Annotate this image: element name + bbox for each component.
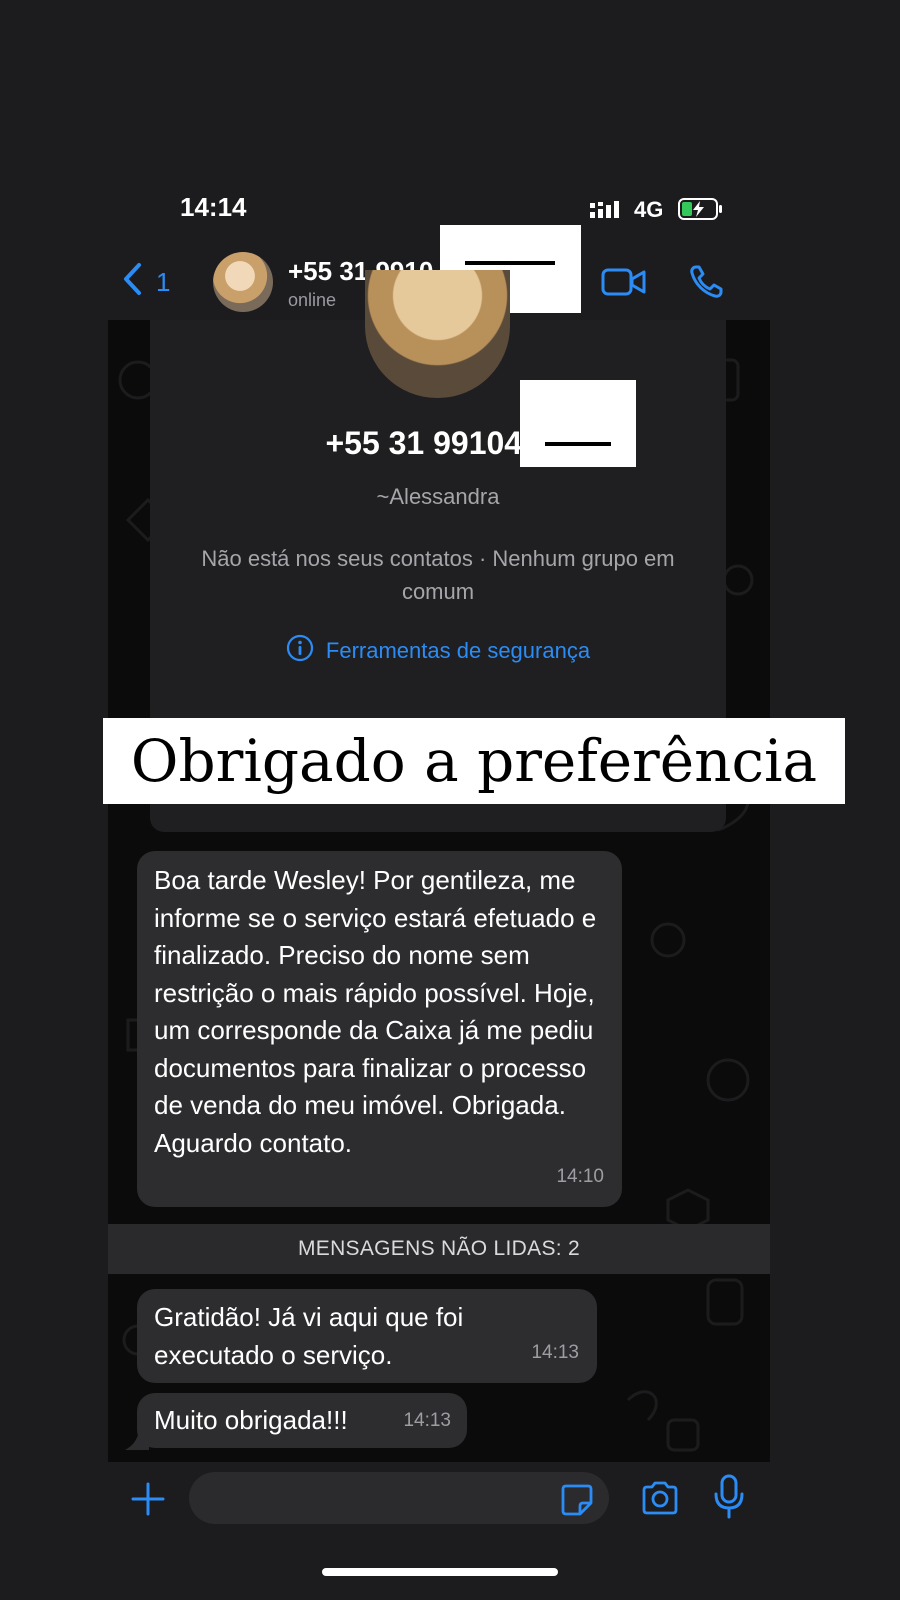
incoming-message[interactable]: Gratidão! Já vi aqui que foi executado o… [137,1289,597,1383]
message-input[interactable] [189,1472,609,1524]
message-time: 14:10 [556,1165,604,1187]
video-camera-icon [601,268,646,296]
security-tools-link[interactable]: Ferramentas de segurança [150,634,726,668]
camera-icon [642,1481,678,1515]
chevron-left-icon [122,262,142,303]
unread-messages-divider: MENSAGENS NÃO LIDAS: 2 [108,1224,770,1274]
message-text: Boa tarde Wesley! Por gentileza, me info… [154,865,597,1158]
back-button[interactable]: 1 [122,262,170,303]
security-tools-label: Ferramentas de segurança [325,638,591,663]
camera-button[interactable] [640,1480,680,1521]
microphone-icon [714,1474,744,1519]
video-call-button[interactable] [601,266,647,303]
card-contact-name: ~Alessandra [376,484,500,509]
message-text: Gratidão! Já vi aqui que foi executado o… [154,1302,464,1370]
caption-text: Obrigado a preferência [130,727,818,795]
info-icon [286,634,314,668]
network-label: 4G [634,197,664,222]
card-contact-phone: +55 31 99104-4 [325,425,551,461]
home-indicator [322,1568,558,1576]
card-contact-info: Não está nos seus contatos · Nenhum grup… [201,546,675,604]
battery-charging-icon [678,197,724,226]
sticker-icon [561,1484,593,1516]
attach-button[interactable] [130,1481,166,1522]
incoming-message[interactable]: Muito obrigada!!! 14:13 [137,1393,467,1448]
message-time: 14:13 [403,1409,451,1431]
message-text: Muito obrigada!!! [154,1405,348,1435]
voice-call-button[interactable] [688,264,724,305]
microphone-button[interactable] [713,1474,745,1525]
contact-avatar[interactable] [213,252,273,312]
message-time: 14:13 [531,1341,579,1363]
contact-status: online [288,290,337,310]
redaction-box [520,380,636,467]
incoming-message[interactable]: Boa tarde Wesley! Por gentileza, me info… [137,851,622,1207]
signal-icon [590,200,626,225]
phone-icon [690,265,723,298]
back-unread-count: 1 [156,267,171,297]
plus-icon [131,1482,165,1516]
status-time: 14:14 [180,192,247,222]
sticker-button[interactable] [560,1483,594,1522]
caption-overlay: Obrigado a preferência [103,718,845,804]
